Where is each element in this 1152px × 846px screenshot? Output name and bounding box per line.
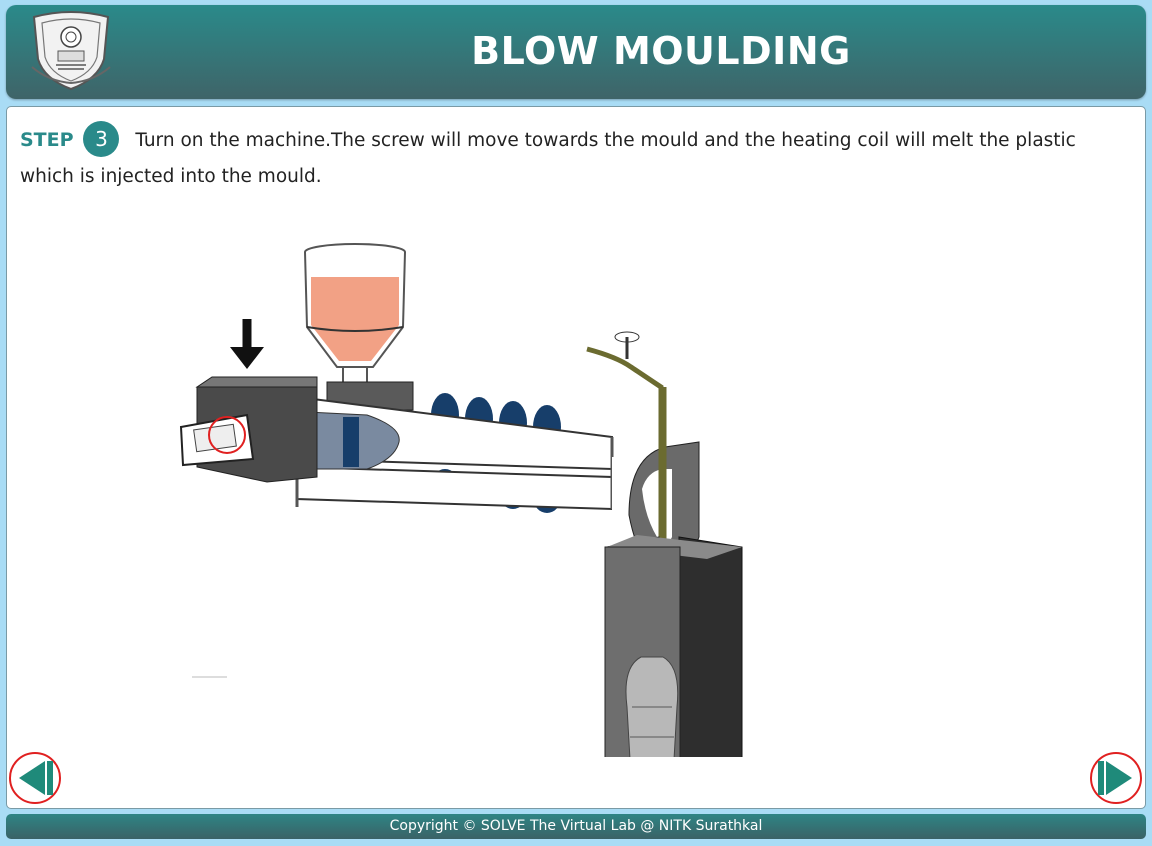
header-bar: BLOW MOULDING (6, 5, 1146, 99)
previous-step-button[interactable] (9, 752, 61, 804)
step-instruction-block: STEP 3 Turn on the machine.The screw wil… (20, 121, 1130, 194)
step-instruction-text: Turn on the machine.The screw will move … (20, 130, 1076, 187)
control-box (179, 319, 318, 483)
mould-block (604, 535, 743, 838)
content-panel: STEP 3 Turn on the machine.The screw wil… (6, 106, 1146, 838)
next-step-button[interactable] (1090, 752, 1142, 804)
step-number-badge: 3 (83, 121, 120, 157)
blow-moulding-machine-illustration (167, 237, 767, 838)
page-title: BLOW MOULDING (471, 29, 851, 73)
step-label: STEP (20, 129, 74, 151)
footer-bar: Copyright © SOLVE The Virtual Lab @ NITK… (6, 814, 1146, 839)
previous-arrow-icon (19, 761, 53, 795)
copyright-text: Copyright © SOLVE The Virtual Lab @ NITK… (389, 818, 763, 834)
next-arrow-icon (1098, 761, 1132, 795)
